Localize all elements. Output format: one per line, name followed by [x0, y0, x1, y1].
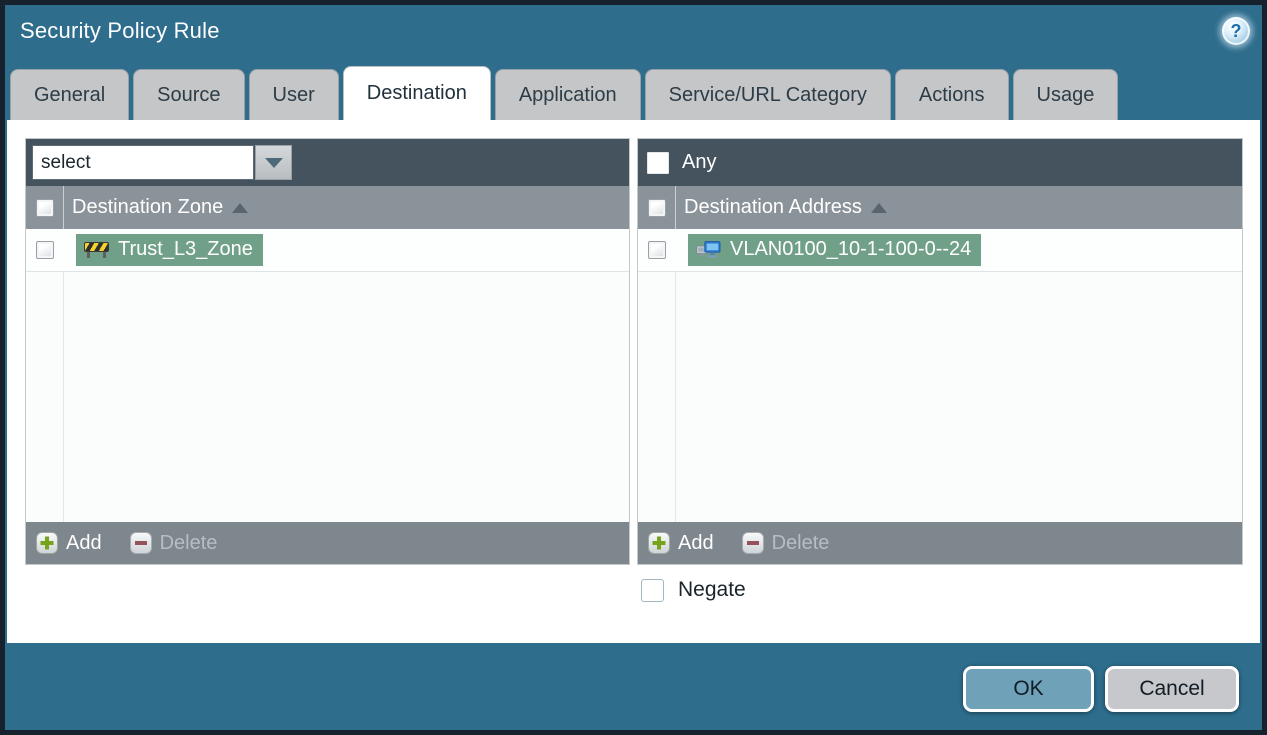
zone-chip[interactable]: Trust_L3_Zone [76, 234, 263, 266]
negate-option: Negate [641, 578, 746, 602]
select-all-addresses-checkbox[interactable] [648, 198, 666, 217]
select-all-zones-checkbox[interactable] [36, 198, 54, 217]
column-divider [675, 229, 676, 522]
address-panel-header: Any [638, 139, 1242, 186]
zone-icon [84, 241, 109, 258]
plus-icon [648, 532, 670, 554]
tab-source[interactable]: Source [133, 69, 245, 120]
delete-label: Delete [159, 531, 218, 554]
column-divider [63, 186, 64, 229]
network-address-icon [696, 241, 721, 258]
tab-bar: General Source User Destination Applicat… [10, 66, 1119, 120]
question-mark-glyph: ? [1230, 21, 1242, 41]
tab-application[interactable]: Application [494, 69, 641, 120]
zone-panel-header [26, 139, 629, 186]
table-row[interactable]: VLAN0100_10-1-100-0--24 [638, 229, 1242, 272]
address-panel-footer: Add Delete [638, 522, 1242, 564]
tab-general[interactable]: General [10, 69, 130, 120]
zone-name: Trust_L3_Zone [118, 238, 253, 260]
any-checkbox[interactable] [647, 151, 669, 174]
page-title: Security Policy Rule [20, 18, 220, 43]
destination-zone-panel: Destination Zone Trust_L3_Zone Add [25, 138, 630, 565]
table-row[interactable]: Trust_L3_Zone [26, 229, 629, 272]
cancel-button[interactable]: Cancel [1105, 666, 1239, 712]
add-zone-button[interactable]: Add [36, 532, 102, 555]
address-table-body: VLAN0100_10-1-100-0--24 [638, 229, 1242, 522]
tab-service-url-category[interactable]: Service/URL Category [644, 69, 891, 120]
sort-ascending-icon[interactable] [870, 202, 887, 213]
column-divider [675, 186, 676, 229]
row-checkbox[interactable] [648, 241, 666, 259]
destination-address-panel: Any Destination Address VLAN0100_10-1-10… [637, 138, 1243, 565]
address-name: VLAN0100_10-1-100-0--24 [730, 238, 972, 260]
delete-zone-button[interactable]: Delete [129, 531, 218, 555]
zone-select-combo [32, 145, 292, 180]
plus-icon [36, 532, 58, 554]
ok-button[interactable]: OK [963, 666, 1094, 712]
delete-label: Delete [771, 531, 830, 554]
add-label: Add [66, 531, 102, 554]
zone-panel-footer: Add Delete [26, 522, 629, 564]
add-address-button[interactable]: Add [648, 532, 714, 555]
add-label: Add [678, 531, 714, 554]
destination-tab-content: Destination Zone Trust_L3_Zone Add [7, 120, 1260, 643]
help-icon[interactable]: ? [1222, 17, 1250, 45]
security-policy-rule-dialog: Security Policy Rule ? General Source Us… [0, 0, 1267, 735]
column-header-destination-address[interactable]: Destination Address [684, 196, 862, 219]
any-row: Any [638, 151, 716, 174]
delete-address-button[interactable]: Delete [741, 531, 830, 555]
zone-select-input[interactable] [32, 145, 254, 180]
column-header-destination-zone[interactable]: Destination Zone [72, 196, 223, 219]
minus-icon [129, 532, 152, 554]
dropdown-arrow-glyph [264, 157, 283, 168]
any-label: Any [682, 151, 717, 173]
address-column-header: Destination Address [638, 186, 1242, 229]
sort-ascending-icon[interactable] [232, 202, 249, 213]
tab-user[interactable]: User [248, 69, 339, 120]
column-divider [63, 229, 64, 522]
row-checkbox[interactable] [36, 241, 54, 259]
tab-usage[interactable]: Usage [1012, 69, 1119, 120]
negate-label: Negate [678, 578, 746, 601]
tab-destination[interactable]: Destination [342, 66, 491, 120]
address-chip[interactable]: VLAN0100_10-1-100-0--24 [688, 234, 982, 266]
negate-checkbox[interactable] [641, 578, 664, 602]
tab-actions[interactable]: Actions [894, 69, 1009, 120]
minus-icon [741, 532, 764, 554]
zone-table-body: Trust_L3_Zone [26, 229, 629, 522]
zone-column-header: Destination Zone [26, 186, 629, 229]
chevron-down-icon[interactable] [255, 145, 292, 180]
